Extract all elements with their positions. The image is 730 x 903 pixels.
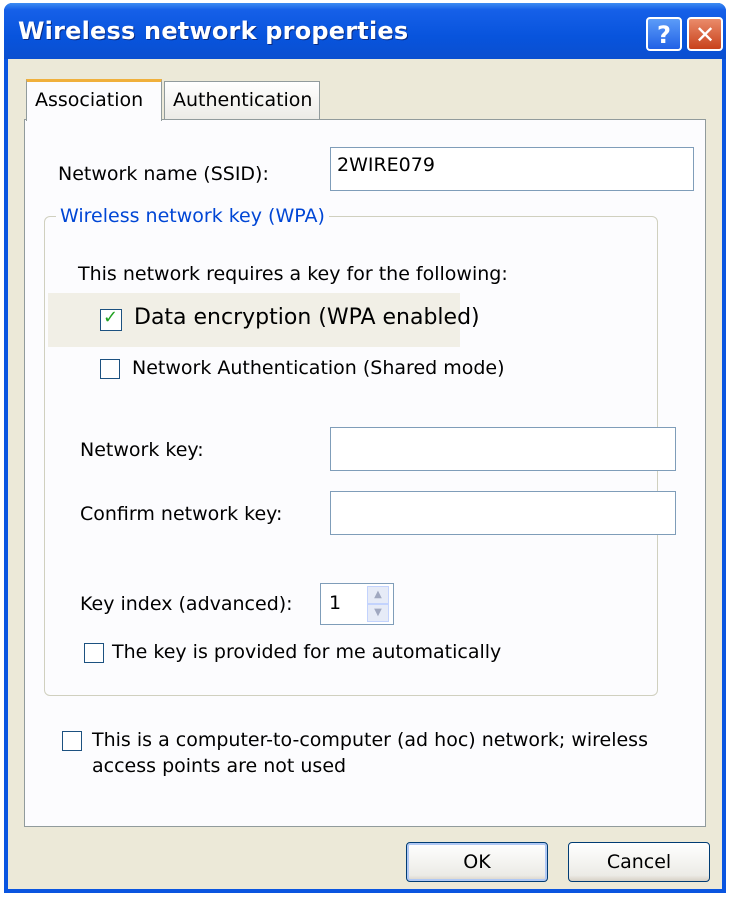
network-auth-label: Network Authentication (Shared mode) bbox=[132, 357, 505, 379]
tab-association[interactable]: Association bbox=[26, 79, 162, 121]
auto-key-checkbox[interactable] bbox=[84, 643, 104, 663]
help-button[interactable]: ? bbox=[646, 17, 682, 51]
chevron-up-icon: ▲ bbox=[374, 589, 382, 600]
chevron-down-icon: ▼ bbox=[374, 607, 382, 618]
adhoc-checkbox[interactable] bbox=[62, 731, 82, 751]
adhoc-label-line1: This is a computer-to-computer (ad hoc) … bbox=[92, 729, 648, 751]
key-index-spinner[interactable]: 1 ▲ ▼ bbox=[320, 583, 394, 625]
requires-key-text: This network requires a key for the foll… bbox=[78, 263, 508, 285]
adhoc-label-line2: access points are not used bbox=[92, 755, 347, 777]
key-index-value: 1 bbox=[329, 592, 342, 614]
network-key-label: Network key: bbox=[80, 439, 204, 461]
ssid-label: Network name (SSID): bbox=[58, 163, 269, 185]
spin-up-button[interactable]: ▲ bbox=[367, 586, 389, 604]
close-button[interactable]: ✕ bbox=[687, 17, 723, 51]
close-icon: ✕ bbox=[694, 21, 716, 49]
ssid-input[interactable]: 2WIRE079 bbox=[330, 147, 694, 191]
confirm-key-input[interactable] bbox=[330, 491, 676, 535]
dialog-window: Wireless network properties ? ✕ Authenti… bbox=[4, 3, 726, 893]
key-index-label: Key index (advanced): bbox=[80, 593, 293, 615]
wpa-group-title: Wireless network key (WPA) bbox=[56, 205, 329, 227]
ssid-value: 2WIRE079 bbox=[337, 154, 435, 176]
network-key-input[interactable] bbox=[330, 427, 676, 471]
title-bar[interactable]: Wireless network properties ? ✕ bbox=[4, 3, 726, 59]
spin-down-button[interactable]: ▼ bbox=[367, 604, 389, 622]
data-encryption-label: Data encryption (WPA enabled) bbox=[134, 305, 480, 330]
network-auth-checkbox[interactable] bbox=[100, 359, 120, 379]
help-icon: ? bbox=[657, 21, 671, 49]
confirm-key-label: Confirm network key: bbox=[80, 503, 283, 525]
auto-key-label: The key is provided for me automatically bbox=[112, 641, 502, 663]
tab-authentication[interactable]: Authentication bbox=[164, 81, 320, 119]
dialog-client-area: Authentication Association Network name … bbox=[8, 59, 722, 889]
window-title: Wireless network properties bbox=[18, 17, 409, 45]
data-encryption-checkbox[interactable]: ✓ bbox=[100, 307, 122, 331]
checkmark-icon: ✓ bbox=[103, 307, 119, 328]
ok-button[interactable]: OK bbox=[406, 842, 548, 882]
cancel-button[interactable]: Cancel bbox=[568, 842, 710, 882]
